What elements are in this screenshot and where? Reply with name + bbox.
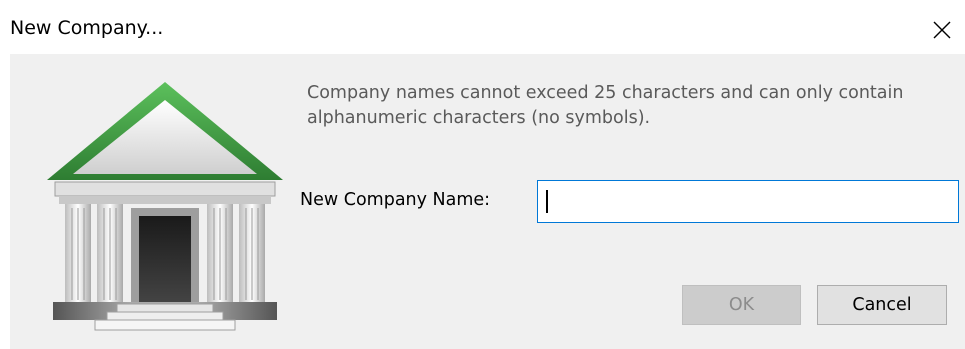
title-bar: New Company... — [0, 0, 965, 54]
close-button[interactable] — [919, 8, 965, 52]
company-name-input[interactable] — [537, 180, 959, 223]
bank-building-icon — [45, 78, 285, 333]
company-name-label: New Company Name: — [300, 190, 491, 210]
cancel-button[interactable]: Cancel — [817, 285, 947, 325]
dialog-body: Company names cannot exceed 25 character… — [10, 54, 965, 349]
validation-message: Company names cannot exceed 25 character… — [307, 83, 904, 128]
ok-button[interactable]: OK — [682, 285, 801, 325]
close-icon — [933, 21, 951, 39]
new-company-dialog: New Company... Company names cannot exce… — [0, 0, 965, 349]
text-caret — [546, 190, 548, 213]
window-title: New Company... — [10, 17, 164, 39]
